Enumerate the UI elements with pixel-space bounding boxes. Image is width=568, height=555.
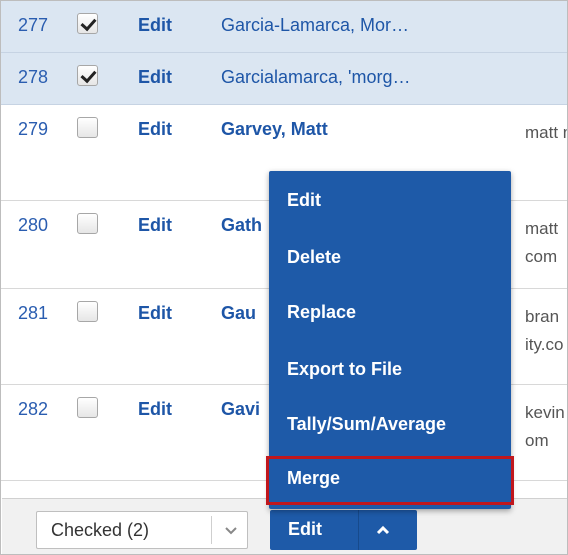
menu-item-edit[interactable]: Edit [287, 190, 321, 211]
row-checkbox[interactable] [77, 13, 98, 34]
button-divider [358, 510, 359, 550]
row-email: bran ity.co [525, 307, 564, 354]
row-email: matt com [525, 219, 559, 266]
row-edit-link[interactable]: Edit [138, 119, 172, 140]
edit-button-label: Edit [288, 519, 322, 539]
row-number: 278 [18, 67, 49, 87]
select-divider [211, 516, 212, 544]
row-email: matt m [525, 123, 567, 142]
row-name-link[interactable]: Gath [221, 215, 262, 236]
menu-item-tally-sum-average[interactable]: Tally/Sum/Average [287, 414, 446, 435]
row-checkbox[interactable] [77, 117, 98, 138]
row-number: 282 [18, 399, 49, 419]
table-row[interactable]: 278 Edit Garcialamarca, 'morg… [1, 53, 567, 105]
records-panel: 277 Edit Garcia-Lamarca, Mor… 278 Edit G… [0, 0, 568, 555]
row-edit-link[interactable]: Edit [138, 303, 172, 324]
row-email: kevin om [525, 403, 565, 450]
row-number: 280 [18, 215, 49, 235]
row-name-link[interactable]: Garcialamarca, 'morg… [221, 67, 410, 88]
row-name-link[interactable]: Gavi [221, 399, 260, 420]
row-name-link[interactable]: Gau [221, 303, 256, 324]
selection-filter-select[interactable]: Checked (2) [36, 511, 248, 549]
row-number: 281 [18, 303, 49, 323]
row-name-link[interactable]: Garvey, Matt [221, 119, 328, 140]
row-edit-link[interactable]: Edit [138, 15, 172, 36]
selection-filter-value: Checked (2) [51, 520, 150, 540]
edit-actions-button[interactable]: Edit [270, 510, 417, 550]
row-edit-link[interactable]: Edit [138, 67, 172, 88]
merge-highlight-box [266, 456, 514, 505]
row-checkbox[interactable] [77, 397, 98, 418]
chevron-up-icon[interactable] [373, 521, 393, 539]
row-checkbox[interactable] [77, 213, 98, 234]
row-number: 277 [18, 15, 49, 35]
row-number: 279 [18, 119, 49, 139]
row-edit-link[interactable]: Edit [138, 399, 172, 420]
menu-item-export-to-file[interactable]: Export to File [287, 359, 402, 380]
table-row[interactable]: 277 Edit Garcia-Lamarca, Mor… [1, 1, 567, 53]
menu-item-delete[interactable]: Delete [287, 247, 341, 268]
row-edit-link[interactable]: Edit [138, 215, 172, 236]
row-checkbox[interactable] [77, 301, 98, 322]
chevron-down-icon [225, 527, 237, 535]
menu-item-replace[interactable]: Replace [287, 302, 356, 323]
row-name-link[interactable]: Garcia-Lamarca, Mor… [221, 15, 409, 36]
row-checkbox[interactable] [77, 65, 98, 86]
